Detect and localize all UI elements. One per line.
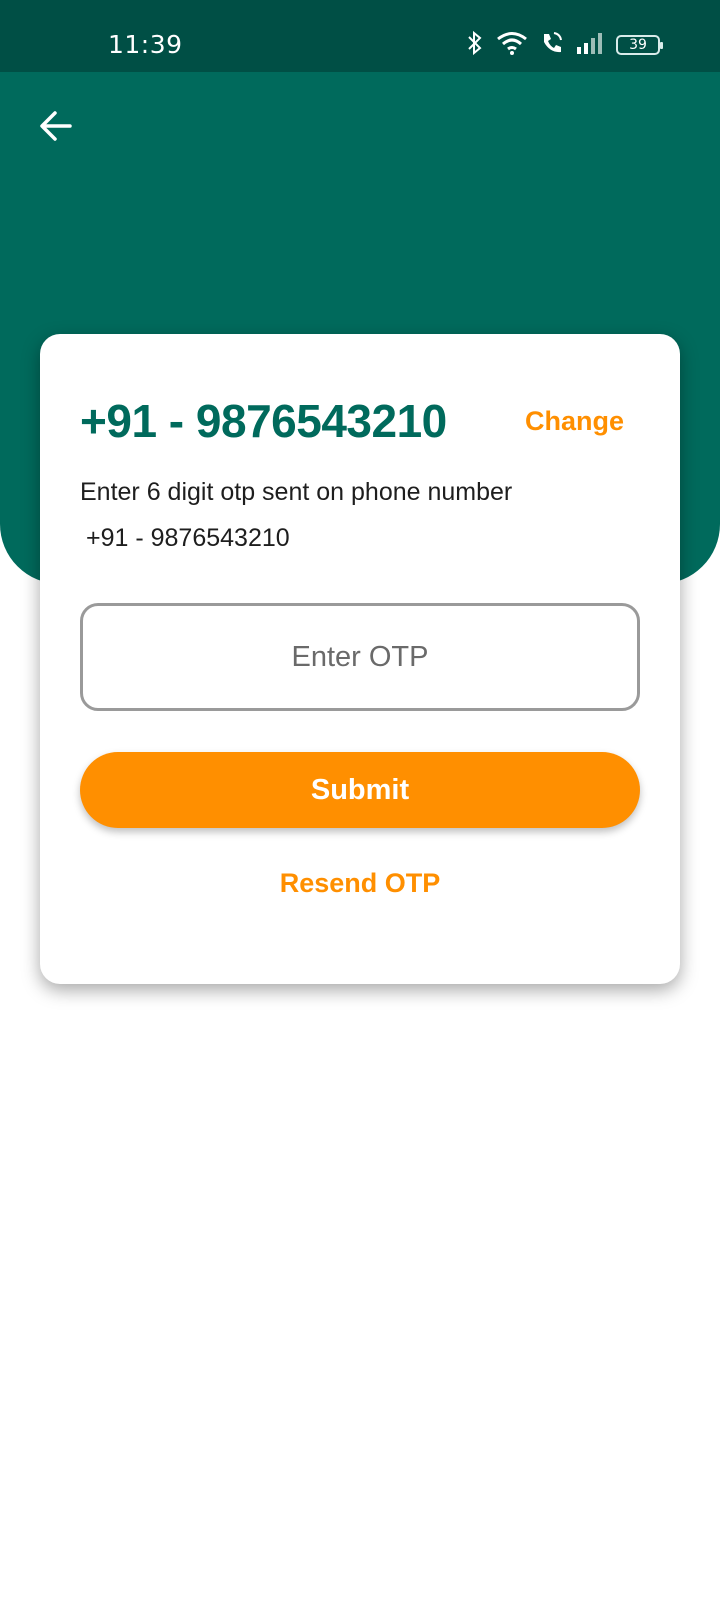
otp-input[interactable] (80, 603, 640, 711)
phone-number-title: +91 - 9876543210 (80, 395, 447, 447)
submit-button[interactable]: Submit (80, 752, 640, 828)
otp-card: +91 - 9876543210 Change Enter 6 digit ot… (40, 334, 680, 984)
resend-otp-button[interactable]: Resend OTP (40, 868, 680, 899)
status-icons: 39 (466, 30, 663, 61)
bluetooth-icon (466, 30, 484, 61)
battery-icon: 39 (616, 35, 663, 55)
status-time: 11:39 (108, 30, 183, 59)
signal-icon (576, 31, 604, 60)
call-icon (540, 30, 564, 61)
back-button[interactable] (36, 108, 76, 148)
change-number-button[interactable]: Change (525, 406, 624, 437)
arrow-left-icon (38, 108, 74, 149)
otp-instruction: Enter 6 digit otp sent on phone number (80, 478, 513, 506)
wifi-icon (496, 30, 528, 61)
status-bar: 11:39 39 (0, 0, 720, 72)
instruction-phone-number: +91 - 9876543210 (86, 524, 290, 552)
